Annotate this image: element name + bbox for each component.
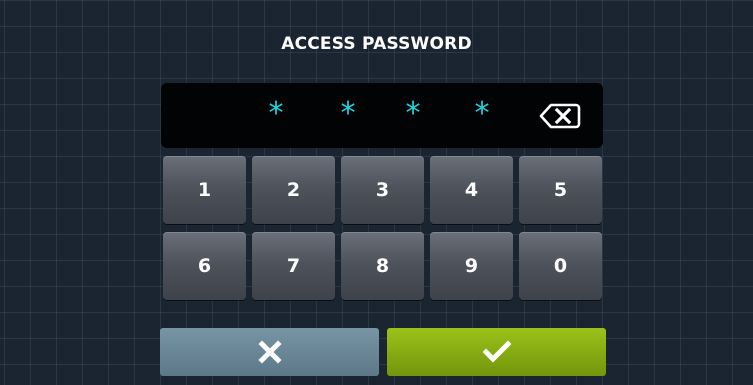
password-screen: ACCESS PASSWORD * * * * 1 2 3 4 5 6 7 8 … [0,0,753,385]
key-3[interactable]: 3 [341,156,424,224]
page-title: ACCESS PASSWORD [281,34,472,54]
key-8[interactable]: 8 [341,232,424,300]
password-mask-char: * [472,96,492,131]
password-mask-char: * [266,96,286,131]
password-display: * * * * [161,83,603,148]
backspace-button[interactable] [538,101,582,131]
password-mask-char: * [403,96,423,131]
check-icon [482,340,511,363]
key-9[interactable]: 9 [430,232,513,300]
password-mask-char: * [338,96,358,131]
key-0[interactable]: 0 [519,232,602,300]
key-4[interactable]: 4 [430,156,513,224]
key-1[interactable]: 1 [163,156,246,224]
key-2[interactable]: 2 [252,156,335,224]
backspace-icon [539,103,581,129]
key-6[interactable]: 6 [163,232,246,300]
cancel-button[interactable] [160,328,379,376]
confirm-button[interactable] [387,328,606,376]
x-icon [257,340,282,364]
key-5[interactable]: 5 [519,156,602,224]
key-7[interactable]: 7 [252,232,335,300]
